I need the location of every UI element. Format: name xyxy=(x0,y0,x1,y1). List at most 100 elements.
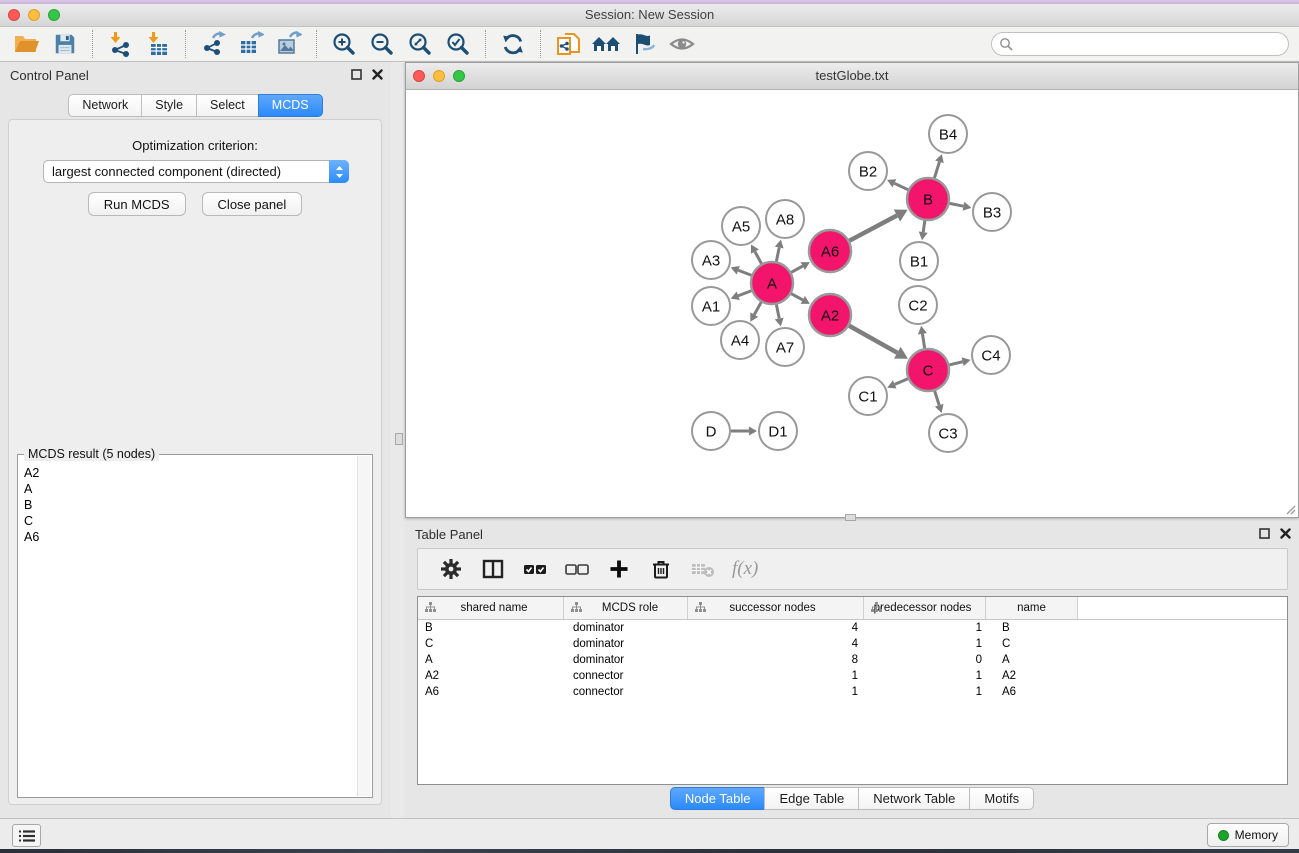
search-field[interactable] xyxy=(991,32,1289,56)
table-settings-button[interactable] xyxy=(436,554,466,584)
task-history-button[interactable] xyxy=(12,824,41,847)
control-panel-title: Control Panel xyxy=(10,68,89,83)
zoom-out-button[interactable] xyxy=(367,29,397,59)
edge-B-B3[interactable] xyxy=(950,203,964,206)
list-item[interactable]: A6 xyxy=(18,529,357,545)
table-row[interactable]: B dominator 4 1 B xyxy=(418,620,1287,636)
edge-C-C4[interactable] xyxy=(949,362,962,365)
home-layout-button[interactable] xyxy=(591,29,621,59)
import-table-button[interactable] xyxy=(143,29,173,59)
save-session-button[interactable] xyxy=(50,29,80,59)
edge-arrowhead xyxy=(775,240,784,249)
deselect-all-button[interactable] xyxy=(562,554,592,584)
close-panel-icon[interactable] xyxy=(372,69,383,80)
list-item[interactable]: A2 xyxy=(18,465,357,481)
edge-B-B2[interactable] xyxy=(894,183,908,189)
network-window-titlebar[interactable]: testGlobe.txt xyxy=(406,63,1298,90)
tab-mcds[interactable]: MCDS xyxy=(258,94,323,117)
edge-A-A3[interactable] xyxy=(738,270,751,275)
network-canvas[interactable]: AA1A2A3A4A5A6A7A8BB1B2B3B4CC1C2C3C4DD1 xyxy=(407,90,1297,516)
trash-icon xyxy=(649,557,673,581)
list-item[interactable]: B xyxy=(18,497,357,513)
edge-C-C2[interactable] xyxy=(922,334,924,348)
cell-mcds-role: dominator xyxy=(564,638,688,650)
optimization-criterion-dropdown[interactable]: largest connected component (directed) xyxy=(43,160,349,183)
show-hide-button[interactable] xyxy=(667,29,697,59)
edge-A-A5[interactable] xyxy=(755,252,762,264)
tab-edge-table[interactable]: Edge Table xyxy=(764,787,859,810)
edge-A-A8[interactable] xyxy=(776,248,779,262)
graphics-details-button[interactable] xyxy=(629,29,659,59)
column-header-predecessor-nodes[interactable]: predecessor nodes xyxy=(864,597,986,619)
table-row[interactable]: A2 connector 1 1 A2 xyxy=(418,668,1287,684)
function-builder-button[interactable]: f(x) xyxy=(732,558,758,580)
zoom-fit-button[interactable] xyxy=(405,29,435,59)
float-panel-icon[interactable] xyxy=(1259,528,1270,539)
export-network-button[interactable] xyxy=(198,29,228,59)
edge-B-B4[interactable] xyxy=(934,162,939,178)
hierarchy-icon xyxy=(425,602,436,613)
zoom-selected-button[interactable] xyxy=(443,29,473,59)
edge-A-A2[interactable] xyxy=(791,294,803,300)
zoom-in-button[interactable] xyxy=(329,29,359,59)
splitter-grip[interactable] xyxy=(395,433,403,445)
tab-node-table[interactable]: Node Table xyxy=(670,787,766,810)
table-row[interactable]: A6 connector 1 1 A6 xyxy=(418,684,1287,700)
delete-column-button[interactable] xyxy=(646,554,676,584)
table-row[interactable]: C dominator 4 1 C xyxy=(418,636,1287,652)
main-titlebar[interactable]: Session: New Session xyxy=(0,4,1299,27)
float-panel-icon[interactable] xyxy=(351,69,362,80)
application-window: Session: New Session xyxy=(0,0,1299,853)
node-label-A6: A6 xyxy=(821,243,839,260)
add-column-button[interactable] xyxy=(604,554,634,584)
optimization-criterion-label: Optimization criterion: xyxy=(9,138,381,153)
node-label-A1: A1 xyxy=(702,298,720,315)
import-network-button[interactable] xyxy=(105,29,135,59)
table-row[interactable]: A dominator 8 0 A xyxy=(418,652,1287,668)
zoom-in-icon xyxy=(331,31,357,57)
column-header-mcds-role[interactable]: MCDS role xyxy=(564,597,688,619)
select-all-button[interactable] xyxy=(520,554,550,584)
edge-A-A4[interactable] xyxy=(754,302,761,314)
tab-network-table[interactable]: Network Table xyxy=(858,787,970,810)
network-graph[interactable]: AA1A2A3A4A5A6A7A8BB1B2B3B4CC1C2C3C4DD1 xyxy=(407,90,1299,518)
run-mcds-button[interactable]: Run MCDS xyxy=(88,192,186,216)
column-header-name[interactable]: name xyxy=(986,597,1078,619)
export-image-button[interactable] xyxy=(274,29,304,59)
tab-style[interactable]: Style xyxy=(141,94,197,117)
resize-corner-icon[interactable] xyxy=(1284,503,1296,515)
edge-C-C3[interactable] xyxy=(935,391,940,405)
splitter-grip[interactable] xyxy=(845,514,856,521)
show-columns-button[interactable] xyxy=(478,554,508,584)
tab-motifs[interactable]: Motifs xyxy=(969,787,1034,810)
table-panel-title: Table Panel xyxy=(415,527,483,542)
close-panel-button[interactable]: Close panel xyxy=(202,192,303,216)
refresh-layout-button[interactable] xyxy=(498,29,528,59)
open-session-button[interactable] xyxy=(12,29,42,59)
column-header-successor-nodes[interactable]: successor nodes xyxy=(688,597,864,619)
cell-shared-name: A6 xyxy=(418,686,564,698)
delete-table-button-disabled[interactable] xyxy=(688,554,718,584)
search-input[interactable] xyxy=(991,32,1289,56)
edge-A6-B[interactable] xyxy=(849,215,897,240)
tab-select[interactable]: Select xyxy=(196,94,259,117)
edge-A-A1[interactable] xyxy=(738,291,751,296)
edge-A2-C[interactable] xyxy=(849,326,897,353)
result-scrollbar[interactable] xyxy=(357,456,371,796)
delete-table-icon xyxy=(690,557,716,581)
column-header-shared-name[interactable]: shared name xyxy=(418,597,564,619)
memory-button[interactable]: Memory xyxy=(1207,823,1289,847)
list-item[interactable]: A xyxy=(18,481,357,497)
list-item[interactable]: C xyxy=(18,513,357,529)
edge-A-A7[interactable] xyxy=(776,305,779,319)
duplicate-network-button[interactable] xyxy=(553,29,583,59)
edge-A-A6[interactable] xyxy=(791,266,803,272)
node-table[interactable]: shared name MCDS role successor nodes pr… xyxy=(417,596,1288,785)
column-label: MCDS role xyxy=(602,602,658,614)
edge-C-C1[interactable] xyxy=(895,379,908,385)
edge-B-B1[interactable] xyxy=(923,221,925,232)
export-table-button[interactable] xyxy=(236,29,266,59)
tab-network[interactable]: Network xyxy=(68,94,142,117)
close-panel-icon[interactable] xyxy=(1280,528,1291,539)
network-window-title: testGlobe.txt xyxy=(406,68,1298,83)
